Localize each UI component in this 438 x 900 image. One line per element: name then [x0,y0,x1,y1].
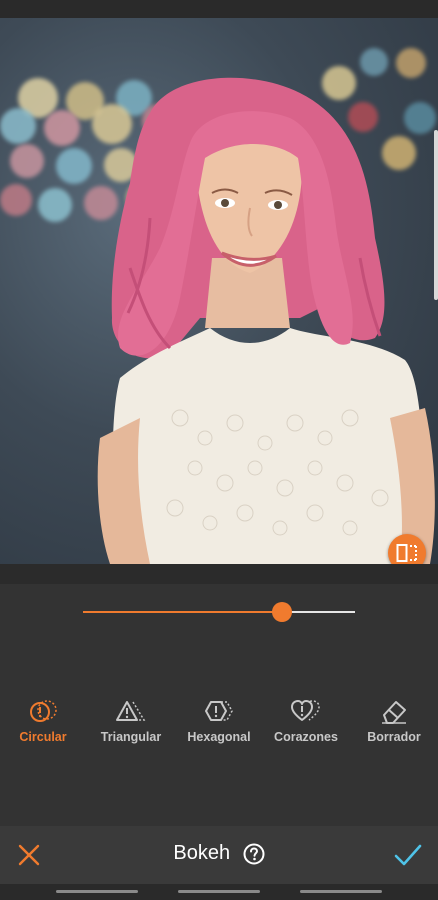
hearts-bokeh-icon [291,700,320,721]
intensity-slider[interactable] [83,602,355,622]
confirm-button[interactable] [393,841,423,869]
tool-label: Triangular [100,730,162,744]
portrait-subject [97,77,435,564]
hexagonal-bokeh-icon [205,701,233,721]
editor-title-group: Bokeh [0,842,438,868]
status-strip [0,0,438,18]
tool-borrador[interactable]: Borrador [349,698,438,744]
eraser-icon [382,701,406,724]
tool-label: Corazones [274,730,338,744]
nav-home-handle[interactable] [178,890,260,893]
bottom-action-bar: Bokeh [0,826,438,884]
tool-label: Circular [19,730,67,744]
tool-circular[interactable]: Circular [0,698,88,744]
bokeh-shape-toolbar: Circular Triangular Hexagonal Corazones [0,698,438,754]
triangular-bokeh-icon [116,701,146,721]
nav-back-handle[interactable] [56,890,138,893]
canvas-divider [0,564,438,584]
nav-recents-handle[interactable] [300,890,382,893]
editor-title: Bokeh [173,842,231,864]
circular-bokeh-icon [30,700,57,722]
checkmark-icon [394,844,422,866]
compare-icon [396,544,417,562]
tool-label: Borrador [367,730,421,744]
help-button[interactable] [243,843,265,865]
scroll-handle[interactable] [434,130,438,300]
tool-label: Hexagonal [187,730,251,744]
photo-canvas[interactable] [0,18,438,564]
slider-thumb[interactable] [271,602,292,622]
tool-triangular[interactable]: Triangular [86,698,176,744]
system-navigation-bar [0,884,438,900]
slider-fill [83,611,282,613]
tool-corazones[interactable]: Corazones [261,698,351,744]
help-icon [243,843,265,864]
tool-hexagonal[interactable]: Hexagonal [174,698,264,744]
